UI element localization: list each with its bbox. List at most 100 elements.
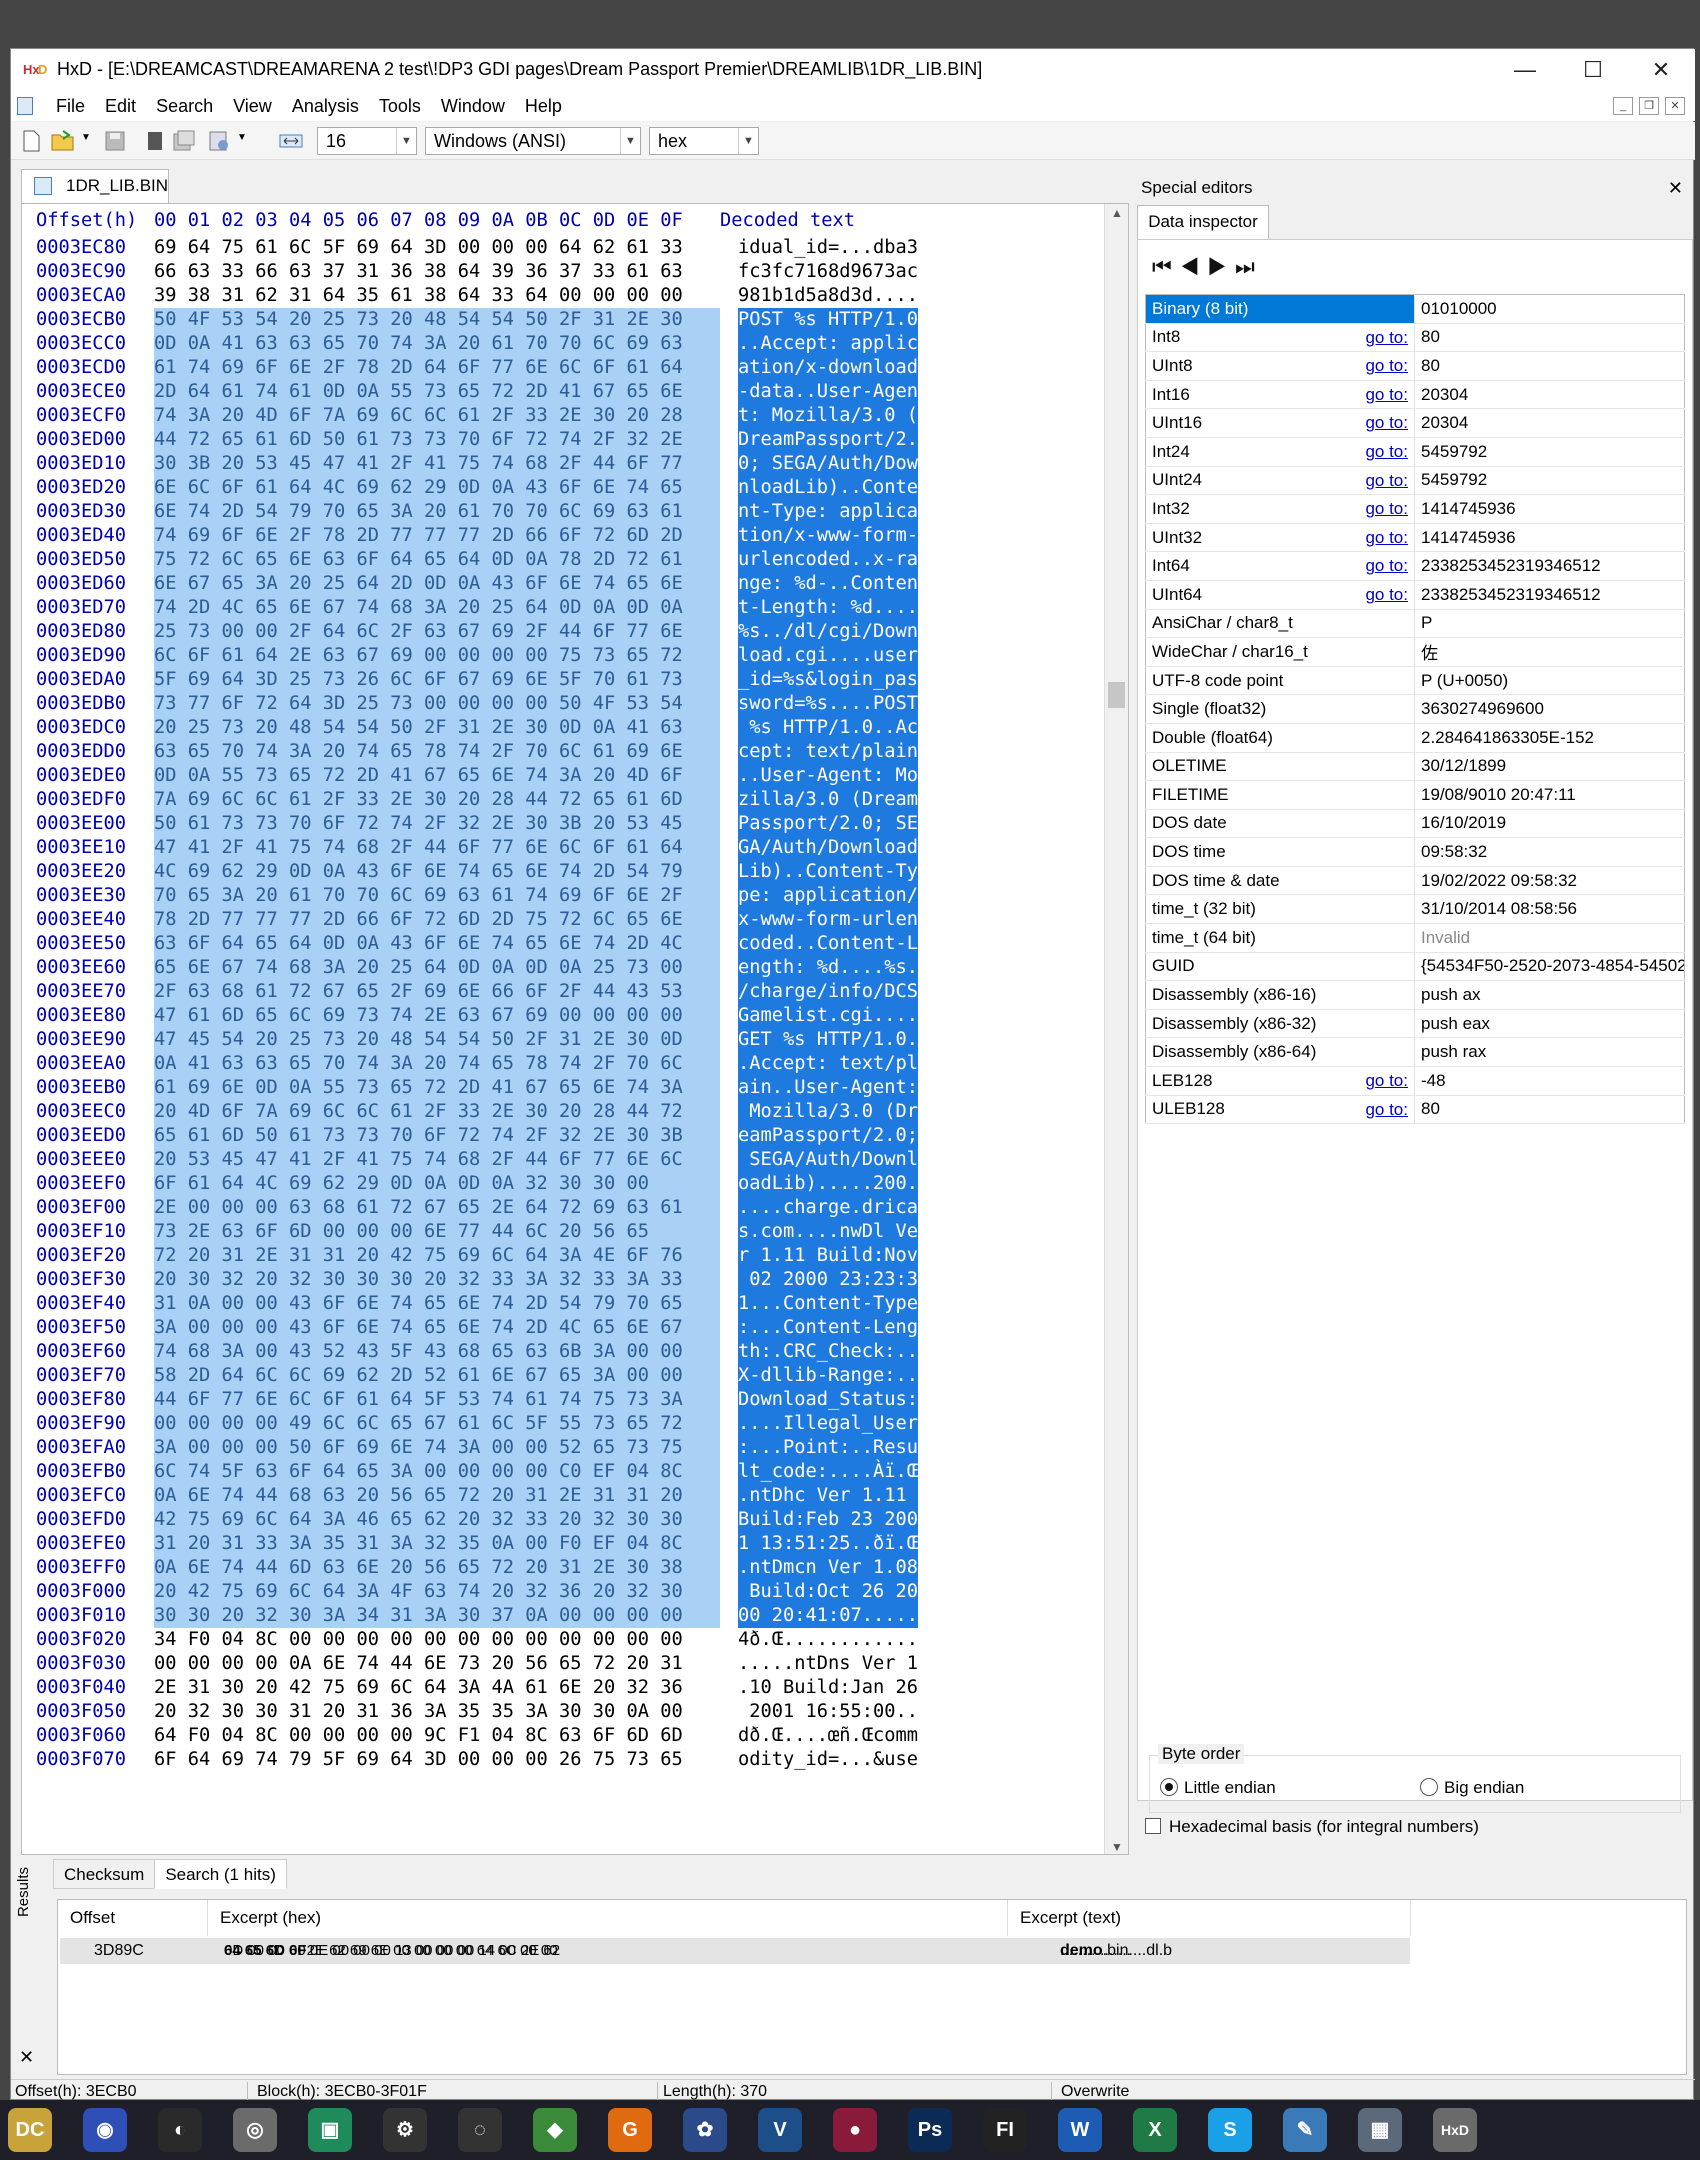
app-photoshop-icon[interactable]: Ps bbox=[908, 2108, 952, 2152]
hex-row[interactable]: 0003EED0 65 61 6D 50 61 73 73 70 6F 72 74… bbox=[36, 1124, 919, 1148]
row-hex-bytes[interactable]: 31 0A 00 00 43 6F 6E 74 65 6E 74 2D 54 7… bbox=[154, 1292, 720, 1316]
hex-row[interactable]: 0003ED00 44 72 65 61 6D 50 61 73 73 70 6F… bbox=[36, 428, 919, 452]
inspector-value[interactable]: push rax bbox=[1414, 1037, 1685, 1068]
row-hex-bytes[interactable]: 6E 74 2D 54 79 70 65 3A 20 61 70 70 6C 6… bbox=[154, 500, 720, 524]
app-record-icon[interactable]: ● bbox=[833, 2108, 877, 2152]
row-decoded-text[interactable]: x-www-form-urlen bbox=[738, 908, 919, 932]
app-dreamcast-icon[interactable]: DC bbox=[8, 2108, 52, 2152]
app-resolve-icon[interactable]: ✿ bbox=[683, 2108, 727, 2152]
hex-row[interactable]: 0003EDB0 73 77 6F 72 64 3D 25 73 00 00 00… bbox=[36, 692, 919, 716]
inspector-row[interactable]: UTF-8 code point P (U+0050) bbox=[1145, 666, 1685, 696]
hex-row[interactable]: 0003EE50 63 6F 64 65 64 0D 0A 43 6F 6E 74… bbox=[36, 932, 919, 956]
hex-row[interactable]: 0003ED30 6E 74 2D 54 79 70 65 3A 20 61 70… bbox=[36, 500, 919, 524]
inspector-value[interactable]: push eax bbox=[1414, 1009, 1685, 1039]
app-hxd-icon[interactable]: HxD bbox=[1433, 2108, 1477, 2152]
row-hex-bytes[interactable]: 0A 6E 74 44 6D 63 6E 20 56 65 72 20 31 2… bbox=[154, 1556, 720, 1580]
row-hex-bytes[interactable]: 39 38 31 62 31 64 35 61 38 64 33 64 00 0… bbox=[154, 284, 720, 308]
inspector-row[interactable]: ULEB128 go to: 80 bbox=[1145, 1095, 1685, 1125]
inspector-value[interactable]: 09:58:32 bbox=[1414, 837, 1685, 867]
row-hex-bytes[interactable]: 61 69 6E 0D 0A 55 73 65 72 2D 41 67 65 6… bbox=[154, 1076, 720, 1100]
inspector-value[interactable]: 80 bbox=[1414, 1095, 1685, 1125]
bytes-per-row-select[interactable]: 16 ▼ bbox=[317, 127, 417, 155]
row-decoded-text[interactable]: load.cgi....user bbox=[738, 644, 919, 668]
inspector-value[interactable]: P (U+0050) bbox=[1414, 666, 1685, 696]
goto-link[interactable]: go to: bbox=[1365, 585, 1408, 605]
hex-row[interactable]: 0003ED70 74 2D 4C 65 6E 67 74 68 3A 20 25… bbox=[36, 596, 919, 620]
hex-row[interactable]: 0003EFF0 0A 6E 74 44 6D 63 6E 20 56 65 72… bbox=[36, 1556, 919, 1580]
inspector-value[interactable]: 31/10/2014 08:58:56 bbox=[1414, 894, 1685, 925]
row-hex-bytes[interactable]: 3A 00 00 00 50 6F 69 6E 74 3A 00 00 52 6… bbox=[154, 1436, 720, 1460]
inspector-value[interactable]: 佐 bbox=[1414, 637, 1685, 667]
charset-select[interactable]: Windows (ANSI) ▼ bbox=[425, 127, 641, 155]
row-hex-bytes[interactable]: 74 2D 4C 65 6E 67 74 68 3A 20 25 64 0D 0… bbox=[154, 596, 720, 620]
row-decoded-text[interactable]: Lib)..Content-Ty bbox=[738, 860, 919, 884]
hex-row[interactable]: 0003EFE0 31 20 31 33 3A 35 31 3A 32 35 0A… bbox=[36, 1532, 919, 1556]
row-hex-bytes[interactable]: 6C 6F 61 64 2E 63 67 69 00 00 00 00 75 7… bbox=[154, 644, 720, 668]
menu-item-view[interactable]: View bbox=[223, 91, 282, 121]
hex-row[interactable]: 0003EFC0 0A 6E 74 44 68 63 20 56 65 72 20… bbox=[36, 1484, 919, 1508]
row-decoded-text[interactable]: .ntDmcn Ver 1.08 bbox=[738, 1556, 919, 1580]
tab-data-inspector[interactable]: Data inspector bbox=[1137, 205, 1269, 239]
app-fire-icon[interactable]: ◉ bbox=[83, 2108, 127, 2152]
inspector-value[interactable]: Invalid bbox=[1414, 923, 1685, 953]
close-button[interactable]: ✕ bbox=[1627, 49, 1695, 91]
scroll-down-icon[interactable]: ▼ bbox=[1105, 1840, 1128, 1854]
inspector-row[interactable]: DOS time 09:58:32 bbox=[1145, 837, 1685, 867]
hex-rows[interactable]: 0003EC80 69 64 75 61 6C 5F 69 64 3D 00 00… bbox=[36, 236, 919, 1772]
row-decoded-text[interactable]: 4ð.Œ............ bbox=[738, 1628, 918, 1652]
row-decoded-text[interactable]: tion/x-www-form- bbox=[738, 524, 919, 548]
hex-row[interactable]: 0003ECA0 39 38 31 62 31 64 35 61 38 64 33… bbox=[36, 284, 918, 308]
scroll-up-icon[interactable]: ▲ bbox=[1105, 206, 1128, 220]
row-decoded-text[interactable]: ....charge.drica bbox=[738, 1196, 919, 1220]
row-decoded-text[interactable]: %s HTTP/1.0..Ac bbox=[738, 716, 919, 740]
menu-item-edit[interactable]: Edit bbox=[95, 91, 146, 121]
menu-item-tools[interactable]: Tools bbox=[369, 91, 431, 121]
inspector-row[interactable]: OLETIME 30/12/1899 bbox=[1145, 752, 1685, 782]
row-hex-bytes[interactable]: 66 63 33 66 63 37 31 36 38 64 39 36 37 3… bbox=[154, 260, 720, 284]
row-hex-bytes[interactable]: 50 4F 53 54 20 25 73 20 48 54 54 50 2F 3… bbox=[154, 308, 720, 332]
row-hex-bytes[interactable]: 64 F0 04 8C 00 00 00 00 9C F1 04 8C 63 6… bbox=[154, 1724, 720, 1748]
hex-row[interactable]: 0003F070 6F 64 69 74 79 5F 69 64 3D 00 00… bbox=[36, 1748, 918, 1772]
row-hex-bytes[interactable]: 34 F0 04 8C 00 00 00 00 00 00 00 00 00 0… bbox=[154, 1628, 720, 1652]
menu-item-window[interactable]: Window bbox=[431, 91, 515, 121]
inspector-row[interactable]: Int16 go to: 20304 bbox=[1145, 380, 1685, 410]
row-decoded-text[interactable]: lt_code:....Àï.Œ bbox=[738, 1460, 919, 1484]
hex-row[interactable]: 0003EEA0 0A 41 63 63 65 70 74 3A 20 74 65… bbox=[36, 1052, 919, 1076]
goto-link[interactable]: go to: bbox=[1365, 328, 1408, 348]
inspector-value[interactable]: 1414745936 bbox=[1414, 494, 1685, 524]
table-row[interactable]: 3D89C 0D 00 00 00 0E 00 00 00 13 00 00 0… bbox=[60, 1938, 1410, 1964]
app-excel-icon[interactable]: X bbox=[1133, 2108, 1177, 2152]
row-decoded-text[interactable]: %s../dl/cgi/Down bbox=[738, 620, 919, 644]
row-hex-bytes[interactable]: 20 4D 6F 7A 69 6C 6C 61 2F 33 2E 30 20 2… bbox=[154, 1100, 720, 1124]
hex-row[interactable]: 0003EEE0 20 53 45 47 41 2F 41 75 74 68 2F… bbox=[36, 1148, 919, 1172]
row-hex-bytes[interactable]: 4C 69 62 29 0D 0A 43 6F 6E 74 65 6E 74 2… bbox=[154, 860, 720, 884]
open-folder-icon[interactable] bbox=[51, 130, 75, 152]
hex-basis-checkbox[interactable]: Hexadecimal basis (for integral numbers) bbox=[1145, 1817, 1479, 1837]
row-hex-bytes[interactable]: 47 45 54 20 25 73 20 48 54 54 50 2F 31 2… bbox=[154, 1028, 720, 1052]
row-decoded-text[interactable]: 0; SEGA/Auth/Dow bbox=[738, 452, 919, 476]
row-hex-bytes[interactable]: 00 00 00 00 0A 6E 74 44 6E 73 20 56 65 7… bbox=[154, 1652, 720, 1676]
row-decoded-text[interactable]: idual_id=...dba3 bbox=[738, 236, 918, 260]
hex-row[interactable]: 0003EC90 66 63 33 66 63 37 31 36 38 64 39… bbox=[36, 260, 918, 284]
hex-row[interactable]: 0003ED50 75 72 6C 65 6E 63 6F 64 65 64 0D… bbox=[36, 548, 919, 572]
row-hex-bytes[interactable]: 0A 41 63 63 65 70 74 3A 20 74 65 78 74 2… bbox=[154, 1052, 720, 1076]
row-hex-bytes[interactable]: 6F 64 69 74 79 5F 69 64 3D 00 00 00 26 7… bbox=[154, 1748, 720, 1772]
little-endian-radio[interactable]: Little endian bbox=[1160, 1778, 1276, 1798]
goto-link[interactable]: go to: bbox=[1365, 1071, 1408, 1091]
row-hex-bytes[interactable]: 0A 6E 74 44 68 63 20 56 65 72 20 31 2E 3… bbox=[154, 1484, 720, 1508]
title-bar[interactable]: Hx D HxD - [E:\DREAMCAST\DREAMARENA 2 tes… bbox=[11, 49, 1695, 91]
inspector-value[interactable]: P bbox=[1414, 609, 1685, 639]
goto-link[interactable]: go to: bbox=[1365, 499, 1408, 519]
row-decoded-text[interactable]: :...Content-Leng bbox=[738, 1316, 919, 1340]
row-hex-bytes[interactable]: 58 2D 64 6C 6C 69 62 2D 52 61 6E 67 65 3… bbox=[154, 1364, 720, 1388]
inspector-row[interactable]: UInt32 go to: 1414745936 bbox=[1145, 523, 1685, 553]
open-dropdown-icon[interactable]: ▼ bbox=[81, 132, 91, 143]
row-decoded-text[interactable]: ation/x-download bbox=[738, 356, 919, 380]
goto-link[interactable]: go to: bbox=[1365, 356, 1408, 376]
hex-row[interactable]: 0003EEB0 61 69 6E 0D 0A 55 73 65 72 2D 41… bbox=[36, 1076, 919, 1100]
goto-link[interactable]: go to: bbox=[1365, 556, 1408, 576]
row-decoded-text[interactable]: Download_Status: bbox=[738, 1388, 919, 1412]
inspector-value[interactable]: {54534F50-2520-2073-4854-54502 bbox=[1414, 952, 1685, 982]
row-hex-bytes[interactable]: 75 72 6C 65 6E 63 6F 64 65 64 0D 0A 78 2… bbox=[154, 548, 720, 572]
row-decoded-text[interactable]: X-dllib-Range:.. bbox=[738, 1364, 919, 1388]
